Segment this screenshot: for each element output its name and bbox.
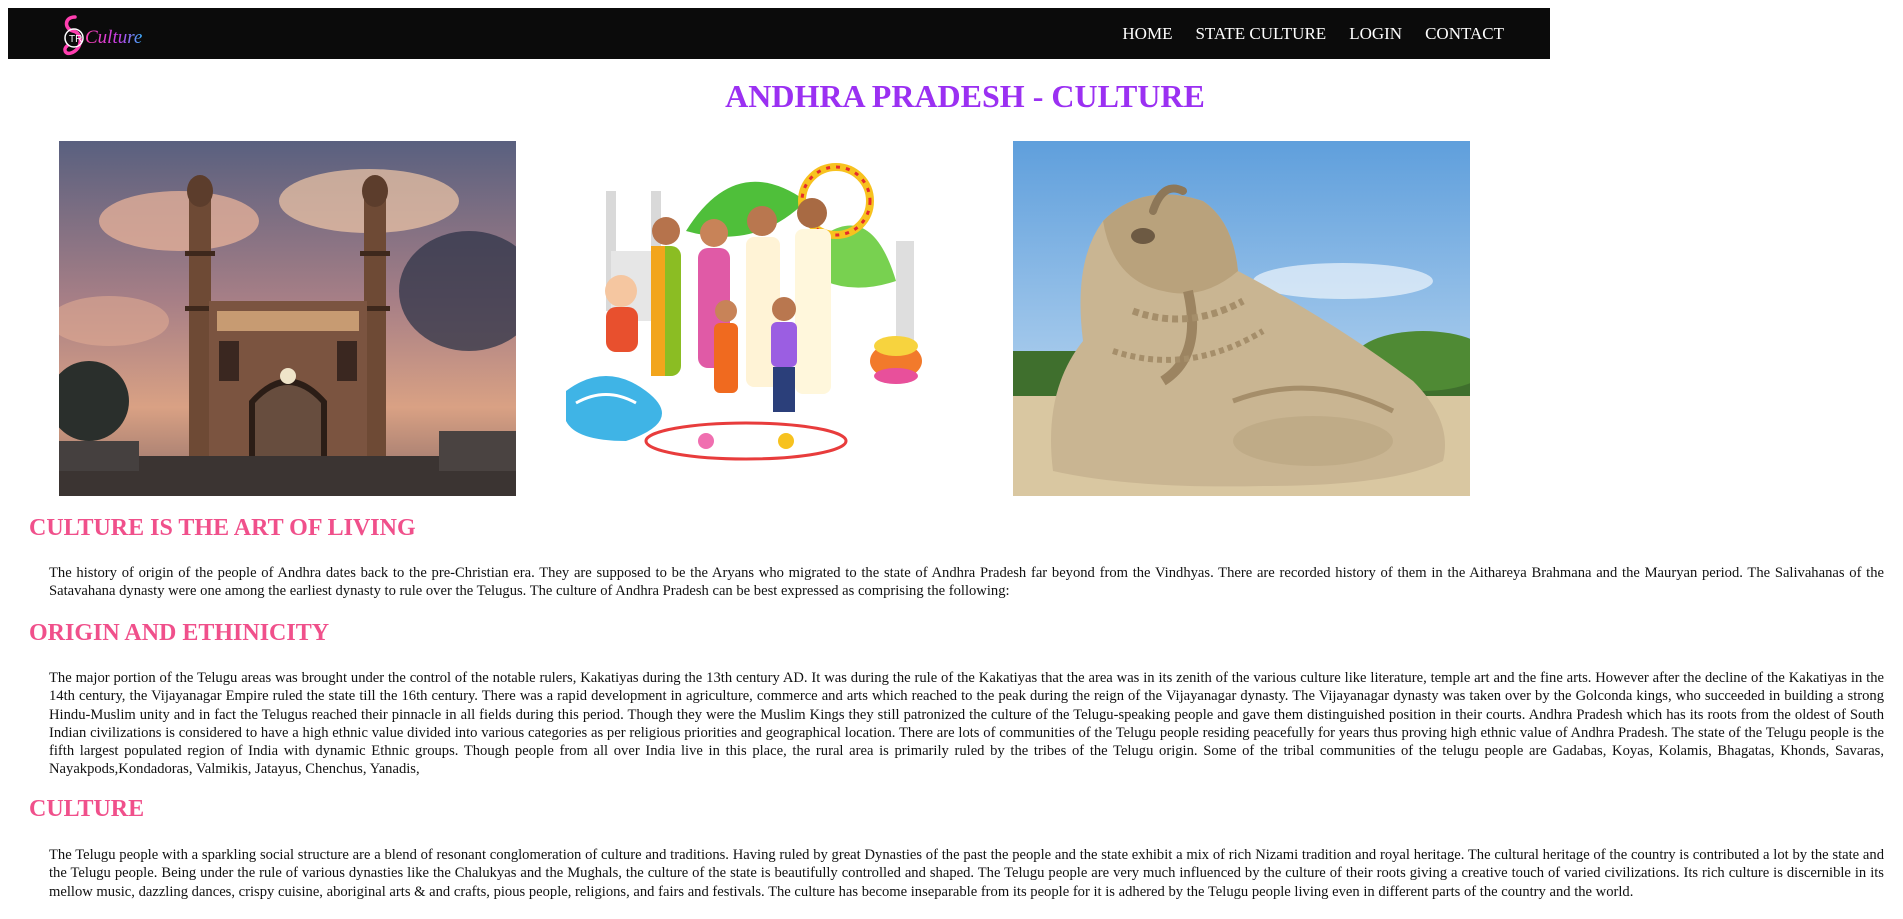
section-heading-culture: CULTURE: [29, 796, 145, 822]
nav-contact-link[interactable]: CONTACT: [1425, 24, 1504, 44]
navbar: TR Culture HOME STATE CULTURE LOGIN CONT…: [8, 8, 1550, 59]
svg-text:Culture: Culture: [85, 27, 142, 48]
nav-state-culture-link[interactable]: STATE CULTURE: [1195, 24, 1326, 44]
charminar-image: [59, 141, 516, 496]
section-paragraph-origin: The major portion of the Telugu areas wa…: [49, 670, 1884, 778]
svg-text:TR: TR: [69, 34, 82, 45]
charminar-photo-icon: [59, 141, 516, 496]
section-paragraph-history: The history of origin of the people of A…: [49, 565, 1884, 600]
telugu-family-illustration-icon: [566, 141, 976, 496]
lepakshi-nandi-photo-icon: [1013, 141, 1470, 496]
culture-logo-icon: TR Culture: [63, 15, 142, 56]
page-title: ANDHRA PRADESH - CULTURE: [725, 78, 1205, 114]
section-paragraph-culture: The Telugu people with a sparkling socia…: [49, 847, 1884, 900]
nandi-image: [1013, 141, 1470, 496]
section-heading-origin: ORIGIN AND ETHINICITY: [29, 620, 330, 646]
nav-login-link[interactable]: LOGIN: [1349, 24, 1402, 44]
telugu-family-image: [566, 141, 976, 496]
section-heading-art-of-living: CULTURE IS THE ART OF LIVING: [29, 515, 416, 541]
main-nav: HOME STATE CULTURE LOGIN CONTACT: [1122, 8, 1504, 59]
nav-home-link[interactable]: HOME: [1122, 24, 1172, 44]
site-logo[interactable]: TR Culture: [61, 11, 171, 57]
